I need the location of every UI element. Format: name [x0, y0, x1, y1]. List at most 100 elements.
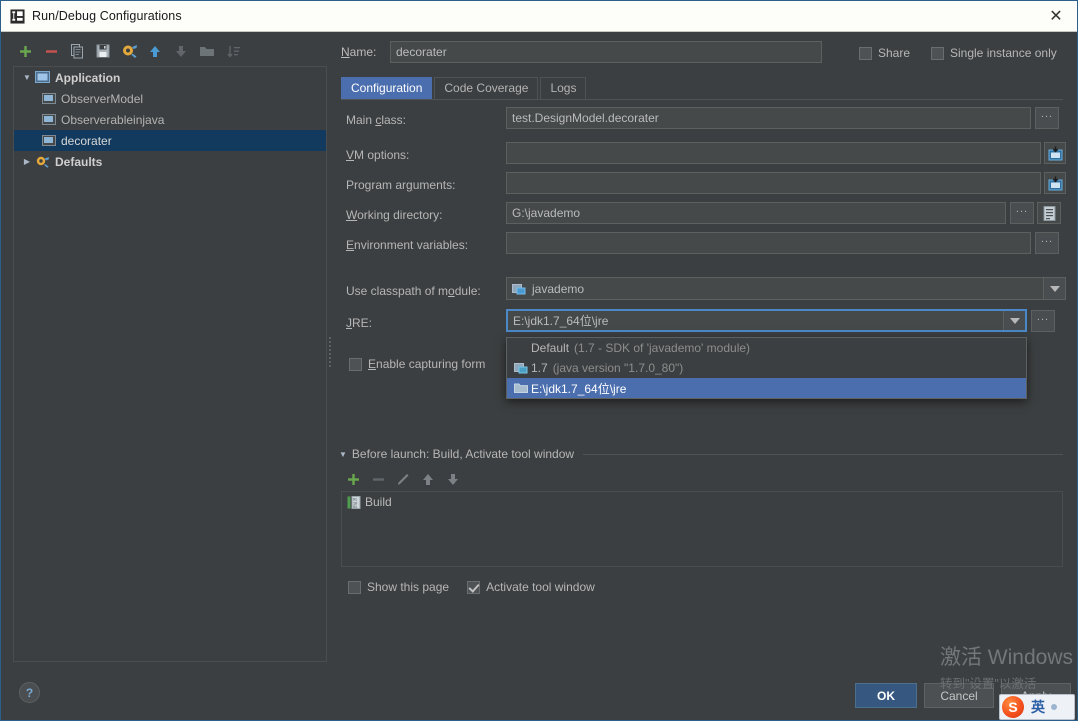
- help-button[interactable]: ?: [19, 682, 40, 703]
- share-checkbox[interactable]: [859, 46, 872, 60]
- module-icon: [512, 283, 529, 295]
- run-debug-configurations-dialog: Run/Debug Configurations ✕ ▼ Application…: [0, 0, 1078, 721]
- sogou-ime-bar[interactable]: S 英: [999, 694, 1075, 720]
- sort-configurations-button: [223, 41, 243, 61]
- configurations-tree[interactable]: ▼ Application ObserverModel Observerable…: [13, 66, 327, 662]
- svg-text:01: 01: [353, 505, 357, 509]
- add-task-button[interactable]: [343, 469, 363, 489]
- window-title: Run/Debug Configurations: [32, 9, 182, 23]
- main-class-browse-button[interactable]: ...: [1035, 107, 1059, 129]
- tree-node-application[interactable]: ▼ Application: [14, 67, 326, 88]
- edit-task-button: [393, 469, 413, 489]
- show-this-page-checkbox[interactable]: [348, 580, 361, 594]
- copy-configuration-button[interactable]: [67, 41, 87, 61]
- add-configuration-button[interactable]: [15, 41, 35, 61]
- share-label: Share: [878, 46, 911, 60]
- cancel-button[interactable]: Cancel: [924, 683, 994, 708]
- ime-mode-label[interactable]: 英: [1031, 697, 1045, 717]
- tree-node-observerableinjava[interactable]: Observerableinjava: [14, 109, 326, 130]
- show-this-page-checkbox-row[interactable]: Show this page: [348, 580, 449, 594]
- jre-option-text: Default: [531, 341, 570, 355]
- vm-options-expand-button[interactable]: [1044, 142, 1066, 164]
- sogou-logo-icon: S: [1002, 696, 1024, 718]
- share-checkbox-row[interactable]: Share: [859, 46, 910, 60]
- vm-options-input[interactable]: [506, 142, 1041, 164]
- name-label: NName:ame:: [341, 45, 377, 59]
- jre-label: JRE:: [346, 316, 373, 330]
- ellipsis-icon: ...: [1040, 233, 1054, 245]
- working-directory-macro-button[interactable]: [1037, 202, 1061, 224]
- program-arguments-label: Program arguments:: [346, 178, 456, 192]
- task-row-build[interactable]: 01 10 01 Build: [342, 492, 1062, 512]
- program-arguments-expand-button[interactable]: [1044, 172, 1066, 194]
- working-directory-input[interactable]: G:\javademo: [506, 202, 1006, 224]
- configurations-toolbar: [9, 39, 319, 65]
- edit-defaults-button[interactable]: [119, 41, 139, 61]
- move-task-down-button: [443, 469, 463, 489]
- bottom-options: Show this page Activate tool window: [348, 580, 595, 594]
- create-folder-button: [197, 41, 217, 61]
- move-task-up-button: [418, 469, 438, 489]
- tree-node-label: Defaults: [55, 154, 103, 169]
- jre-option-default[interactable]: Default (1.7 - SDK of 'javademo' module): [507, 338, 1026, 358]
- run-config-icon: [40, 91, 57, 106]
- working-directory-label: Working directory:: [346, 208, 443, 222]
- defaults-icon: [34, 154, 51, 169]
- jre-option-custom-path[interactable]: E:\jdk1.7_64位\jre: [507, 378, 1026, 398]
- before-launch-header[interactable]: ▼ Before launch: Build, Activate tool wi…: [339, 447, 574, 461]
- main-class-label: Main class:: [346, 113, 407, 127]
- remove-configuration-button[interactable]: [41, 41, 61, 61]
- panel-splitter-handle[interactable]: [327, 331, 333, 373]
- expand-editor-icon: [1048, 146, 1062, 160]
- enable-capturing-checkbox[interactable]: [349, 357, 362, 371]
- jre-dropdown-list[interactable]: Default (1.7 - SDK of 'javademo' module)…: [506, 337, 1027, 399]
- tree-node-decorater[interactable]: decorater: [14, 130, 326, 151]
- chevron-down-icon[interactable]: ▼: [20, 73, 34, 82]
- tab-code-coverage[interactable]: Code Coverage: [434, 77, 539, 99]
- environment-variables-input[interactable]: [506, 232, 1031, 254]
- working-directory-browse-button[interactable]: ...: [1010, 202, 1034, 224]
- jre-combo[interactable]: E:\jdk1.7_64位\jre: [506, 309, 1027, 332]
- tree-node-observermodel[interactable]: ObserverModel: [14, 88, 326, 109]
- single-instance-checkbox-row[interactable]: Single instance only: [931, 46, 1057, 60]
- jre-browse-button[interactable]: ...: [1031, 310, 1055, 332]
- plus-icon: [347, 473, 359, 485]
- before-launch-task-list[interactable]: 01 10 01 Build: [341, 491, 1063, 567]
- show-this-page-label: Show this page: [367, 580, 450, 594]
- activate-tool-window-checkbox[interactable]: [467, 580, 481, 594]
- jre-option-text: E:\jdk1.7_64位\jre: [531, 381, 627, 396]
- insert-macro-icon: [1043, 205, 1055, 221]
- enable-capturing-label: Enable capturing form: [368, 357, 486, 371]
- program-arguments-input[interactable]: [506, 172, 1041, 194]
- tab-logs[interactable]: Logs: [540, 77, 587, 99]
- single-instance-label: Single instance only: [950, 46, 1057, 60]
- jre-option-detail: (java version "1.7.0_80"): [552, 361, 684, 375]
- chevron-right-icon[interactable]: ▶: [20, 157, 34, 166]
- ime-menu-icon[interactable]: [1051, 704, 1057, 710]
- name-input[interactable]: [390, 41, 822, 63]
- activate-tool-window-checkbox-row[interactable]: Activate tool window: [467, 580, 595, 594]
- move-up-button[interactable]: [145, 41, 165, 61]
- tab-configuration[interactable]: Configuration: [341, 77, 433, 99]
- tree-node-defaults[interactable]: ▶ Defaults: [14, 151, 326, 172]
- environment-variables-label: Environment variables:: [346, 238, 469, 252]
- close-icon[interactable]: ✕: [1033, 1, 1077, 31]
- save-configuration-button[interactable]: [93, 41, 113, 61]
- jre-dropdown-arrow[interactable]: [1003, 311, 1025, 330]
- tree-node-label: decorater: [61, 133, 112, 148]
- use-classpath-dropdown-arrow[interactable]: [1043, 278, 1065, 299]
- environment-variables-browse-button[interactable]: ...: [1035, 232, 1059, 254]
- jre-option-1-7[interactable]: 1.7 (java version "1.7.0_80"): [507, 358, 1026, 378]
- arrow-up-icon: [423, 473, 433, 485]
- plus-icon: [19, 45, 31, 57]
- before-launch-title: Before launch: Build, Activate tool wind…: [351, 447, 575, 461]
- use-classpath-value: javademo: [532, 281, 585, 296]
- use-classpath-combo[interactable]: javademo: [506, 277, 1066, 300]
- tree-node-label: Application: [55, 70, 121, 85]
- main-class-input[interactable]: test.DesignModel.decorater: [506, 107, 1031, 129]
- move-down-button: [171, 41, 191, 61]
- ok-button[interactable]: OK: [855, 683, 917, 708]
- single-instance-checkbox[interactable]: [931, 46, 944, 60]
- chevron-down-icon[interactable]: ▼: [339, 450, 347, 459]
- enable-capturing-checkbox-row[interactable]: Enable capturing form: [349, 357, 485, 371]
